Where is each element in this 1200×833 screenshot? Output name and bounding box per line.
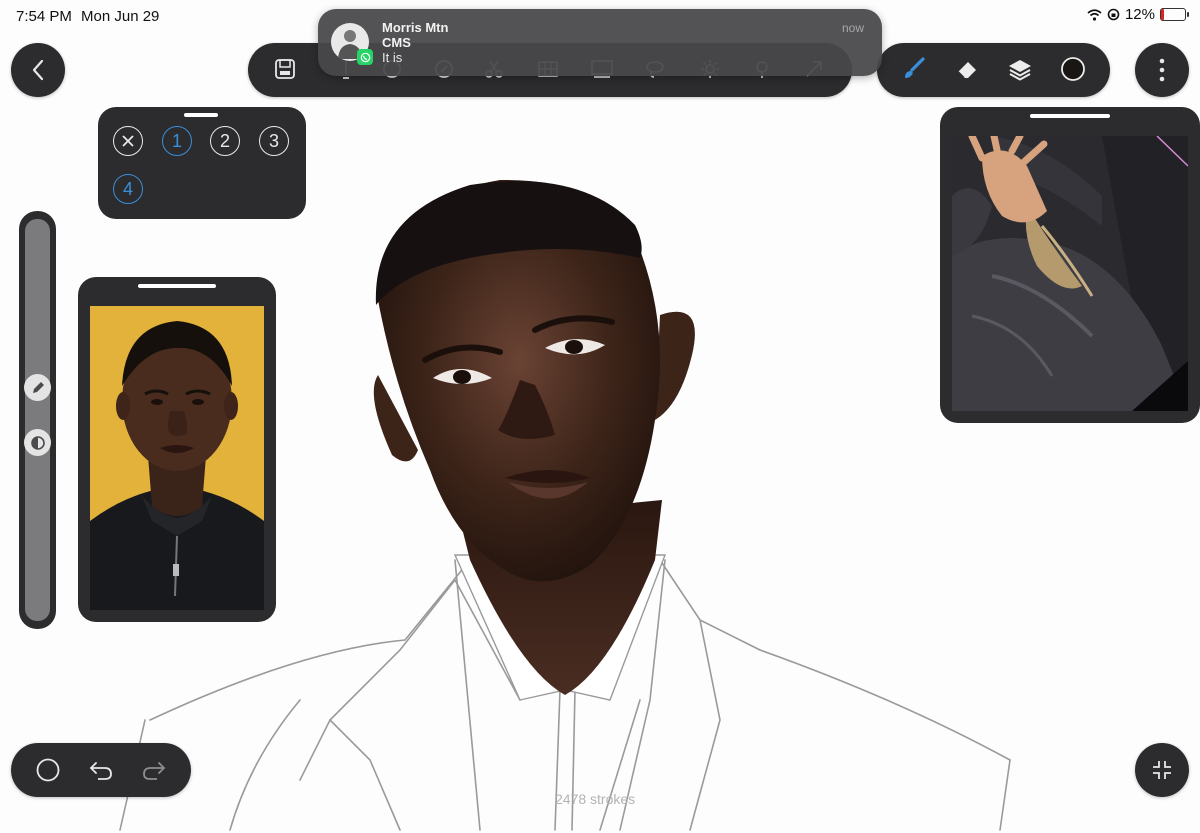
opacity-icon bbox=[30, 435, 45, 450]
notification-group: CMS bbox=[382, 35, 411, 50]
size-slider-track[interactable] bbox=[25, 219, 50, 621]
size-slider-knob[interactable] bbox=[24, 374, 51, 401]
brush-tool-button[interactable] bbox=[901, 56, 927, 82]
notification-sender: Morris Mtn bbox=[382, 20, 449, 35]
layers-button[interactable] bbox=[1007, 56, 1033, 82]
history-pill bbox=[11, 743, 191, 797]
drag-handle[interactable] bbox=[138, 284, 216, 288]
pencil-icon bbox=[32, 381, 44, 393]
reference-photo bbox=[90, 306, 264, 610]
color-swatch-icon bbox=[1061, 57, 1085, 81]
notification-message: It is bbox=[382, 50, 403, 65]
battery-percent: 12% bbox=[1124, 6, 1155, 23]
brush-set-2[interactable]: 2 bbox=[210, 126, 240, 156]
eraser-icon bbox=[957, 62, 976, 79]
close-brush-set-button[interactable] bbox=[113, 126, 143, 156]
brush-set-3[interactable]: 3 bbox=[259, 126, 289, 156]
color-button[interactable] bbox=[1060, 56, 1086, 82]
brush-icon bbox=[905, 57, 925, 78]
circle-icon bbox=[36, 758, 60, 782]
collapse-ui-button[interactable] bbox=[1135, 743, 1189, 797]
brush-slider-panel bbox=[19, 211, 56, 629]
undo-button[interactable] bbox=[87, 756, 115, 784]
notification-banner[interactable]: Morris Mtn CMS It is now bbox=[318, 9, 882, 76]
opacity-slider-knob[interactable] bbox=[24, 429, 51, 456]
brush-set-4[interactable]: 4 bbox=[113, 174, 143, 204]
battery-icon bbox=[1160, 8, 1189, 21]
stroke-count: 2478 strokes bbox=[555, 791, 636, 807]
brush-set-1[interactable]: 1 bbox=[162, 126, 192, 156]
status-date: Mon Jun 29 bbox=[81, 8, 160, 25]
shape-tool-button[interactable] bbox=[34, 756, 62, 784]
status-time: 7:54 PM bbox=[16, 8, 72, 25]
tools-pill bbox=[877, 43, 1110, 97]
eraser-tool-button[interactable] bbox=[954, 56, 980, 82]
redo-button[interactable] bbox=[140, 756, 168, 784]
collapse-icon bbox=[1153, 761, 1171, 779]
more-button[interactable] bbox=[1135, 43, 1189, 97]
reference-photo bbox=[952, 136, 1188, 411]
chevron-left-icon bbox=[32, 59, 44, 81]
drag-handle[interactable] bbox=[1030, 114, 1110, 118]
notification-time: now bbox=[841, 21, 864, 35]
undo-icon bbox=[89, 762, 112, 780]
more-vertical-icon bbox=[1159, 58, 1165, 82]
close-icon bbox=[122, 135, 134, 147]
brush-set-panel: 1 2 3 4 bbox=[98, 107, 306, 219]
whatsapp-icon bbox=[357, 49, 373, 65]
reference-window-right[interactable] bbox=[940, 107, 1200, 423]
rotation-lock-icon bbox=[1107, 8, 1120, 21]
status-indicators: 12% bbox=[1087, 6, 1189, 23]
back-button[interactable] bbox=[11, 43, 65, 97]
drag-handle[interactable] bbox=[184, 113, 218, 117]
layers-icon bbox=[1009, 60, 1031, 81]
redo-icon bbox=[143, 762, 166, 780]
wifi-icon bbox=[1087, 8, 1102, 21]
save-icon[interactable] bbox=[272, 56, 298, 82]
reference-window-left[interactable] bbox=[78, 277, 276, 622]
